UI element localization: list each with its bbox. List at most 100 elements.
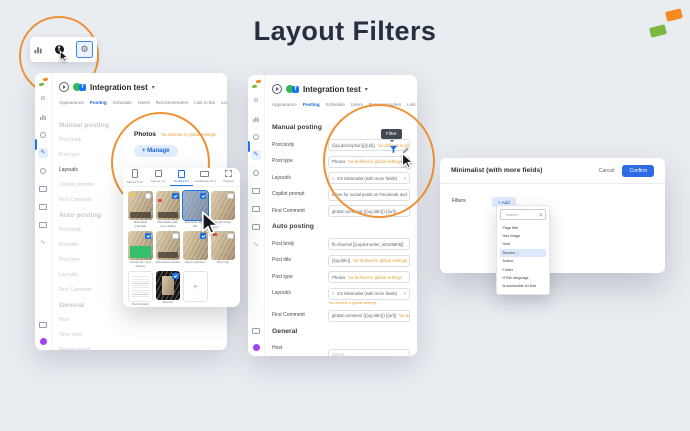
post-type-input[interactable]: Photos*as defined in global settings	[328, 271, 410, 283]
tab-landscape[interactable]: Landscape 16:9	[193, 168, 216, 186]
brand-logo	[648, 10, 684, 37]
tab-posting[interactable]: Posting	[303, 102, 320, 107]
landscape-icon	[200, 171, 209, 178]
lightbulb-icon[interactable]	[251, 132, 261, 142]
square-icon	[155, 170, 162, 177]
drag-handle-icon[interactable]: ⠿	[332, 291, 335, 296]
post-title-input[interactable]: {{og.title}}*as defined in global settin…	[328, 255, 410, 267]
play-icon[interactable]	[59, 82, 69, 92]
bar-chart-icon[interactable]	[251, 114, 261, 124]
tab-recommenders[interactable]: Recommenders	[156, 100, 188, 105]
active-indicator	[35, 139, 37, 150]
tab-logs[interactable]: Logs	[221, 100, 227, 105]
tab-appearance[interactable]: Appearance	[272, 102, 297, 107]
compose-icon[interactable]: ✎	[38, 148, 48, 158]
checkbox-icon[interactable]	[200, 193, 207, 200]
image-icon[interactable]	[38, 202, 48, 212]
signature-icon[interactable]: ∿	[251, 240, 261, 250]
bar-chart-icon[interactable]	[34, 46, 42, 54]
checkbox-icon[interactable]	[145, 233, 152, 240]
option-accessible-free[interactable]: Is accessible for free	[500, 282, 546, 290]
image-icon[interactable]	[38, 184, 48, 194]
tab-original[interactable]: Original	[217, 168, 240, 186]
search-input[interactable]	[504, 212, 538, 218]
image-icon[interactable]	[251, 222, 261, 232]
image-icon[interactable]	[38, 220, 48, 230]
remove-icon[interactable]: ×	[403, 291, 406, 296]
avatar[interactable]	[253, 344, 260, 351]
plus-icon: +	[193, 282, 198, 291]
layout-chip[interactable]: ⠿4:5 Minimalist (with more fields)×	[328, 288, 410, 300]
chevron-down-icon[interactable]: ▾	[152, 84, 155, 91]
option-has-image[interactable]: Has image	[500, 232, 546, 240]
layout-settings-modal: Minimalist (with more fields) Cancel Con…	[440, 158, 665, 273]
gear-icon[interactable]: ⚙	[251, 96, 261, 106]
cancel-button[interactable]: Cancel	[599, 168, 615, 174]
filter-dropdown: Page title Has image Host Sectionⓘ Autho…	[496, 205, 550, 295]
ink-drop-icon[interactable]	[251, 168, 261, 178]
layout-tile[interactable]: Numbered quoted	[156, 231, 181, 269]
channel-avatar: f	[286, 85, 299, 94]
add-layout-tile[interactable]: +	[183, 271, 208, 307]
layout-tile[interactable]: Text (Social)	[128, 271, 153, 307]
info-icon: ⓘ	[516, 251, 519, 255]
tab-schedule[interactable]: Schedule	[326, 102, 345, 107]
field-row: First Comment global comment ({{og.title…	[272, 310, 410, 322]
tab-link-in-bio[interactable]: Link in Bio	[407, 102, 417, 107]
gear-icon[interactable]: ⚙	[38, 94, 48, 104]
option-host[interactable]: Host	[500, 240, 546, 248]
image-icon[interactable]	[251, 204, 261, 214]
project-title[interactable]: Integration test	[90, 83, 148, 92]
signature-icon[interactable]: ∿	[38, 238, 48, 248]
layout-tile[interactable]: Composer / text with bg	[128, 231, 153, 269]
option-page-title[interactable]: Page title	[500, 224, 546, 232]
layouts-popup: Stories 9:16 Square 1:1 Portrait 4:5 Lan…	[123, 168, 240, 307]
modal-body: Filters + Add	[440, 184, 665, 220]
first-comment-input[interactable]: global comment ({{og.title}}) {{url}}*as…	[328, 310, 410, 322]
checkbox-icon[interactable]	[172, 193, 179, 200]
section-heading: Auto posting	[272, 223, 410, 230]
chevron-down-icon[interactable]: ▾	[365, 86, 368, 93]
compose-icon[interactable]: ✎	[251, 150, 261, 160]
project-title[interactable]: Integration test	[303, 85, 361, 94]
cursor-arrow	[398, 152, 416, 170]
checkbox-icon[interactable]	[172, 233, 179, 240]
tab-stories[interactable]: Stories 9:16	[123, 168, 146, 186]
tab-users[interactable]: Users	[138, 100, 150, 105]
option-author[interactable]: Author	[500, 257, 546, 265]
ink-drop-icon[interactable]	[38, 166, 48, 176]
tab-square[interactable]: Square 1:1	[146, 168, 169, 186]
tab-link-in-bio[interactable]: Link in Bio	[194, 100, 215, 105]
layout-tile[interactable]: Framed	[156, 271, 181, 307]
play-icon[interactable]	[272, 84, 282, 94]
image-icon[interactable]	[251, 186, 261, 196]
tab-schedule[interactable]: Schedule	[113, 100, 132, 105]
portrait-icon	[178, 170, 185, 178]
tab-posting[interactable]: Posting	[90, 100, 107, 105]
option-html-language[interactable]: HTML language	[500, 274, 546, 282]
bar-chart-icon[interactable]	[38, 112, 48, 122]
lightbulb-icon[interactable]	[38, 130, 48, 140]
brand-logo-green-block	[649, 24, 667, 38]
search-icon	[539, 213, 543, 217]
layout-tile[interactable]: Minimalist (colored)	[128, 191, 153, 229]
checkbox-icon[interactable]	[145, 193, 152, 200]
option-section[interactable]: Sectionⓘ	[500, 249, 546, 257]
checkbox-icon[interactable]	[172, 273, 179, 280]
gear-icon[interactable]: ⚙	[76, 41, 93, 58]
layout-tile[interactable]: Minimalist (with more fields)	[156, 191, 181, 229]
media-icon[interactable]	[251, 326, 261, 336]
field-row: Layout/s ⠿4:5 Minimalist (with more fiel…	[272, 288, 410, 306]
post-body-input[interactable]: fb-channel [[copilot:writer_i6m296h5]]	[328, 238, 410, 250]
tab-portrait[interactable]: Portrait 4:5	[170, 168, 193, 186]
cursor-arrow	[57, 50, 70, 63]
checkbox-icon[interactable]	[227, 233, 234, 240]
option-folder[interactable]: Folder	[500, 265, 546, 273]
checkbox-icon[interactable]	[227, 193, 234, 200]
avatar[interactable]	[40, 338, 47, 345]
host-select[interactable]	[328, 349, 410, 357]
filter-icon[interactable]	[389, 145, 398, 154]
media-icon[interactable]	[38, 320, 48, 330]
tab-appearance[interactable]: Appearance	[59, 100, 84, 105]
confirm-button[interactable]: Confirm	[622, 165, 654, 177]
